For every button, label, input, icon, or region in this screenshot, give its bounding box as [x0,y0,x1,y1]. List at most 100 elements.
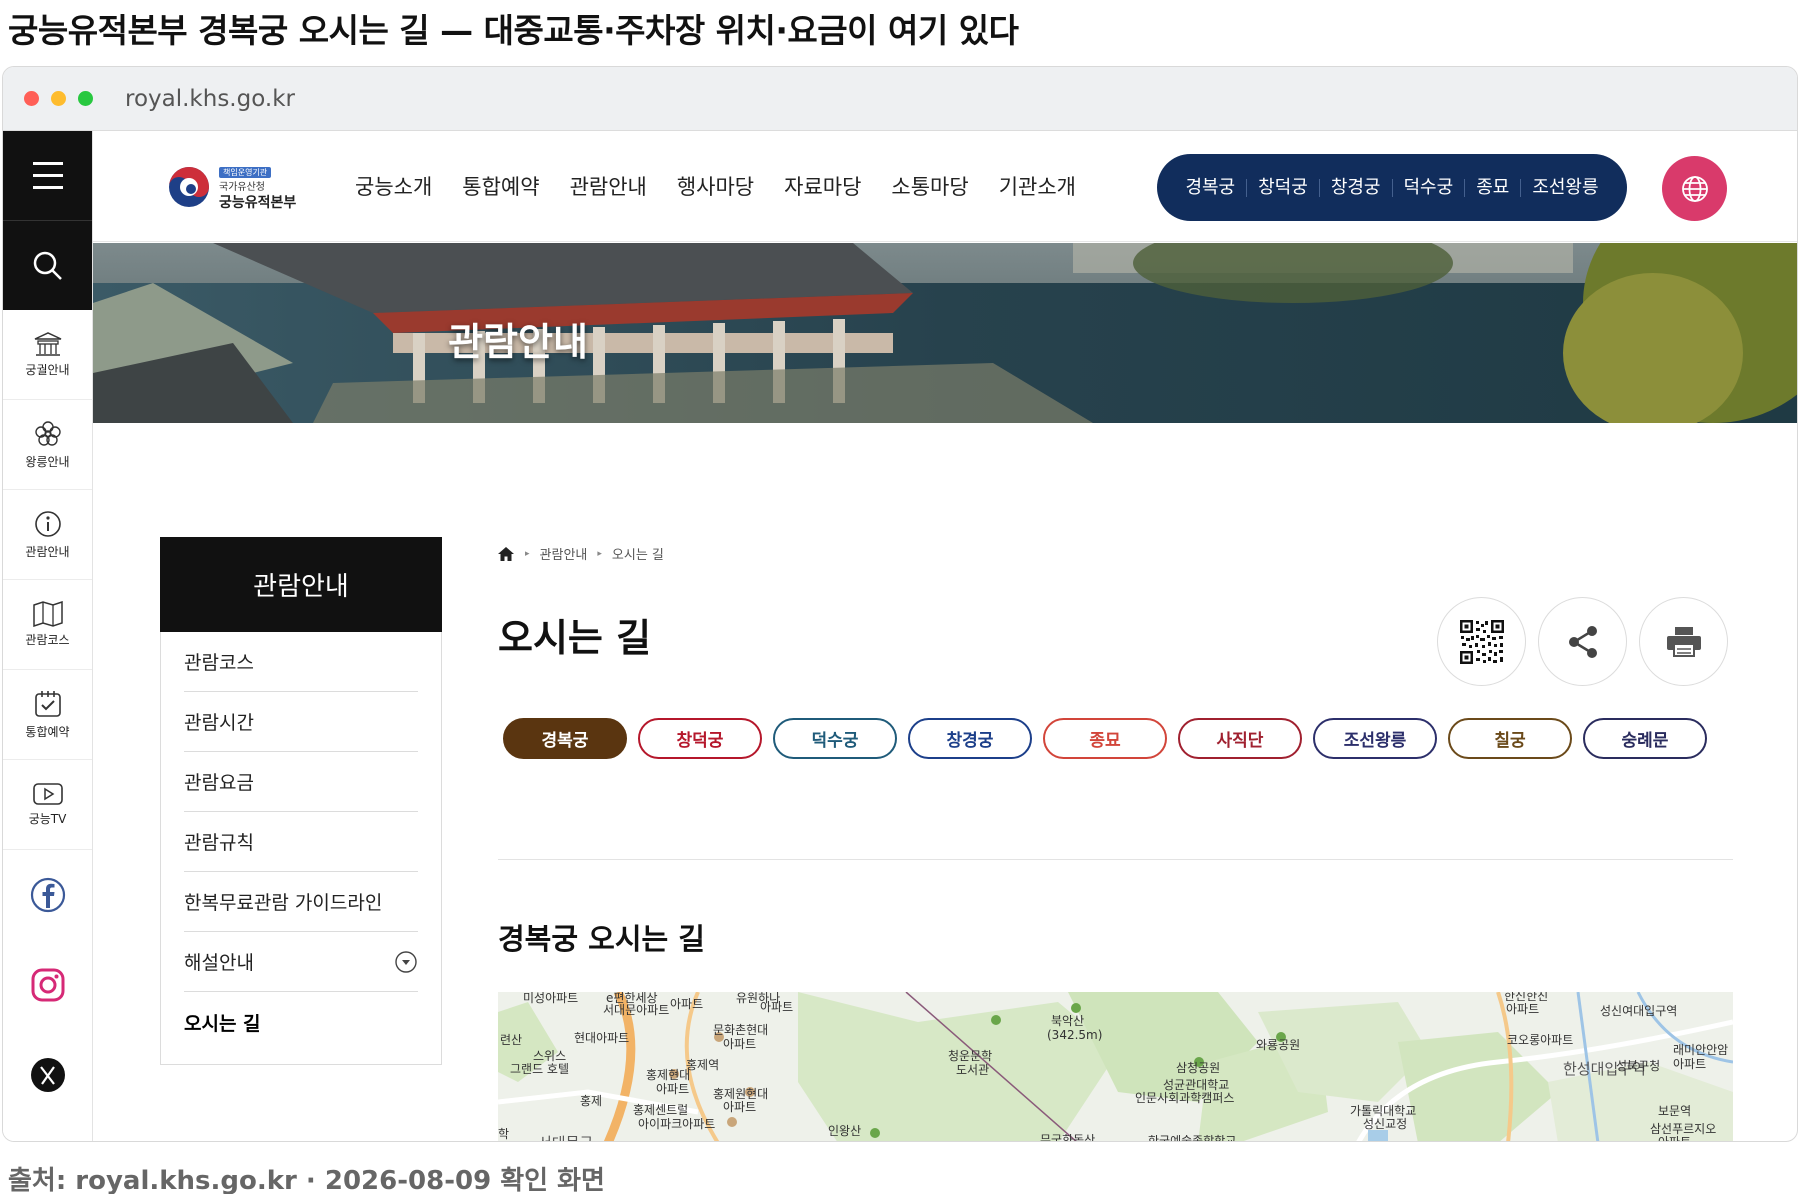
palace-quick-links: 경복궁 창덕궁 창경궁 덕수궁 종묘 조선왕릉 [1157,154,1627,221]
map-label: 가톨릭대학교 [1350,1104,1417,1118]
palace-link-deoksugung[interactable]: 덕수궁 [1391,178,1465,197]
gnb-item-intro[interactable]: 궁능소개 [355,171,432,201]
page-title: 오시는 길 [498,616,652,660]
quick-item-visit[interactable]: 관람안내 [3,490,92,580]
sub-nav-item-hanbok[interactable]: 한복무료관람 가이드라인 [184,872,418,932]
map-label: 북악산 [1051,1014,1085,1028]
global-nav: 궁능소개 통합예약 관람안내 행사마당 자료마당 소통마당 기관소개 [355,171,1076,201]
palace-tab[interactable]: 창경궁 [908,718,1032,759]
map-label: 성균관대학교 [1163,1078,1230,1092]
palace-tab[interactable]: 창덕궁 [638,718,762,759]
map-label: 와룡공원 [1256,1038,1301,1052]
breadcrumb-item[interactable]: 관람안내 [540,544,588,563]
quick-item-tombs[interactable]: 왕릉안내 [3,400,92,490]
share-button[interactable] [1538,597,1627,686]
map-label: 아파트 [723,1037,757,1051]
palace-tab[interactable]: 조선왕릉 [1313,718,1437,759]
sub-nav-item-course[interactable]: 관람코스 [184,632,418,692]
map-label: (342.5m) [1047,1028,1103,1042]
gnb-item-events[interactable]: 행사마당 [677,171,754,201]
search-button[interactable] [3,220,92,310]
palace-tab[interactable]: 사직단 [1178,718,1302,759]
palace-tab[interactable]: 칠궁 [1448,718,1572,759]
palace-link-gyeongbokgung[interactable]: 경복궁 [1174,178,1246,197]
map-label: 성북구청 [1616,1059,1661,1073]
play-icon [32,783,63,805]
palace-tabs: 경복궁 창덕궁 덕수궁 창경궁 종묘 사직단 조선왕릉 칠궁 숭례문 [503,718,1707,759]
palace-link-royal-tombs[interactable]: 조선왕릉 [1520,178,1609,197]
map-label: 문화촌현대 [713,1023,769,1037]
hamburger-icon [32,162,63,165]
map-label: 성신교정 [1363,1117,1408,1131]
map-label: 서대문아파트 [603,1003,670,1017]
calendar-check-icon [34,691,61,717]
map-label: 청운문학 [948,1049,993,1063]
map-label: 한국예술종합학교 [1148,1134,1237,1142]
hamburger-menu-button[interactable] [3,131,92,220]
palace-tab[interactable]: 덕수궁 [773,718,897,759]
quick-item-label: 관람코스 [25,633,70,647]
map-icon [32,601,63,627]
sub-nav-title: 관람안내 [160,537,442,632]
palace-tab[interactable]: 경복궁 [503,718,627,759]
sub-navigation: 관람안내 관람코스 관람시간 관람요금 관람규칙 한복무료관람 가이드라인 해설… [160,537,442,1065]
map-label: 홍제역 [686,1058,720,1072]
browser-toolbar: royal.khs.go.kr [3,67,1797,131]
palace-link-changdeokgung[interactable]: 창덕궁 [1246,178,1319,197]
sub-nav-item-rules[interactable]: 관람규칙 [184,812,418,872]
facebook-link[interactable] [3,850,92,940]
palace-link-jongmyo[interactable]: 종묘 [1464,178,1520,197]
sub-nav-item-guide[interactable]: 해설안내 [184,932,418,992]
hamburger-icon-line [32,186,63,189]
sub-nav-item-fees[interactable]: 관람요금 [184,752,418,812]
map-label: 한신한진 [1504,992,1549,1003]
x-icon [30,1058,65,1092]
quick-item-course[interactable]: 관람코스 [3,580,92,670]
quick-item-tv[interactable]: 궁능TV [3,760,92,850]
close-window-button[interactable] [24,91,39,106]
home-icon[interactable] [497,546,515,562]
quick-item-label: 궁궐안내 [25,363,70,377]
globe-icon [1681,175,1708,202]
gnb-item-archive[interactable]: 자료마당 [784,171,861,201]
logo-emblem-icon [169,166,209,207]
search-icon [33,251,62,280]
language-button[interactable] [1662,156,1727,221]
facebook-icon [30,877,65,913]
gnb-item-reservation[interactable]: 통합예약 [462,171,539,201]
map-label: 삼청공원 [1176,1061,1221,1075]
gnb-item-visit[interactable]: 관람안내 [570,171,647,201]
location-map[interactable]: 미성아파트 e편한세상 서대문아파트 아파트 유원하나 아파트 련산 현대아파트 문화촌현대 아파… [498,992,1733,1142]
quick-item-palace[interactable]: 궁궐안내 [3,310,92,400]
logo-main: 궁능유적본부 [219,195,297,211]
breadcrumb: ▸ 관람안내 ▸ 오시는 길 [497,544,664,563]
print-button[interactable] [1639,597,1728,686]
qr-code-icon [1459,619,1504,664]
maximize-window-button[interactable] [78,91,93,106]
map-label: 홍제센트럴 [633,1103,689,1117]
sub-nav-item-hours[interactable]: 관람시간 [184,692,418,752]
flower-icon [34,421,61,446]
source-caption: 출처: royal.khs.go.kr · 2026-08-09 확인 화면 [8,1166,605,1194]
section-title: 경복궁 오시는 길 [498,922,705,956]
map-label: 서대문구 [538,1136,593,1142]
palace-tab[interactable]: 종묘 [1043,718,1167,759]
qr-code-button[interactable] [1437,597,1526,686]
gnb-item-about[interactable]: 기관소개 [999,171,1076,201]
sub-nav-item-directions[interactable]: 오시는 길 [184,992,418,1052]
palace-tab[interactable]: 숭례문 [1583,718,1707,759]
site-header: 책임운영기관 국가유산청 궁능유적본부 궁능소개 통합예약 관람안내 행사마당 … [93,131,1797,242]
map-label: 아파트 [1658,1135,1692,1142]
sub-nav-list: 관람코스 관람시간 관람요금 관람규칙 한복무료관람 가이드라인 해설안내 오시… [160,632,442,1065]
share-icon [1568,625,1597,658]
instagram-link[interactable] [3,940,92,1030]
gnb-item-community[interactable]: 소통마당 [891,171,968,201]
quick-item-reservation[interactable]: 통합예약 [3,670,92,760]
map-label: 홍제 [580,1094,603,1108]
address-bar[interactable]: royal.khs.go.kr [125,86,295,112]
palace-link-changgyeonggung[interactable]: 창경궁 [1318,178,1392,197]
map-label: 아이파크아파트 [638,1117,716,1131]
x-link[interactable] [3,1030,92,1120]
minimize-window-button[interactable] [51,91,66,106]
site-logo[interactable]: 책임운영기관 국가유산청 궁능유적본부 [167,163,296,210]
